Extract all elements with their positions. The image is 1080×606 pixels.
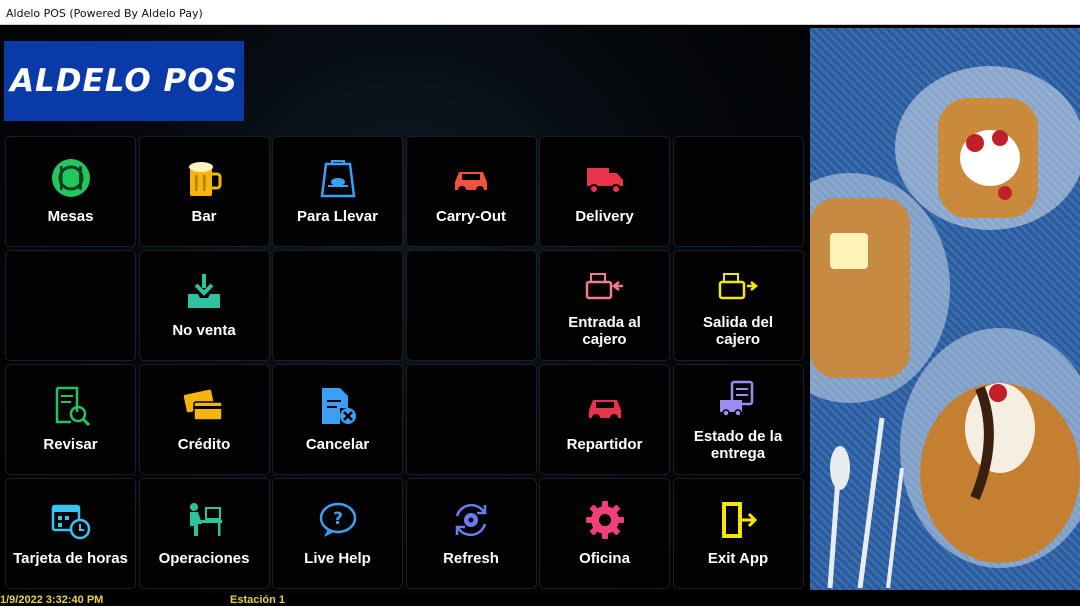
status-datetime: 1/9/2022 3:32:40 PM [0,594,104,606]
driver-car-icon [588,400,621,422]
tile-label: Operaciones [158,550,250,567]
cancel-document-icon [321,388,356,424]
tile-live-help[interactable]: ? Live Help [272,478,403,589]
tile-label: Carry-Out [435,208,506,225]
tile-label: Para Llevar [297,208,378,225]
svg-text:?: ? [333,509,343,529]
review-receipt-icon [55,386,90,426]
beer-mug-icon [189,162,222,196]
tile-label: Salida del cajero [702,313,774,348]
tile-cancelar[interactable]: Cancelar [272,364,403,475]
tile-delivery[interactable]: Delivery [539,136,670,247]
tile-revisar[interactable]: Revisar [5,364,136,475]
tile-operaciones[interactable]: Operaciones [138,478,270,589]
tile-label: Live Help [304,550,371,567]
cash-register-out-icon [718,272,758,299]
drawer-icon [188,274,220,308]
tile-label: Exit App [707,550,769,567]
tile-label: Estado de la entrega [693,427,783,462]
tile-oficina[interactable]: Oficina [539,478,670,589]
dining-icon [51,159,90,197]
timecard-icon [51,504,90,540]
operations-icon [190,503,222,536]
window-title: Aldelo POS (Powered By Aldelo Pay) [6,7,203,20]
tile-credito[interactable]: Crédito [138,364,270,475]
takeout-bag-icon [320,160,355,198]
tile-label: Refresh [443,550,499,567]
tile-no-venta[interactable]: No venta [138,250,270,361]
tile-empty [272,250,403,361]
help-bubble-icon: ? [319,502,356,537]
tile-tarjeta-de-horas[interactable]: Tarjeta de horas [5,478,136,589]
credit-cards-icon [184,389,223,421]
tile-label: Tarjeta de horas [13,550,128,567]
function-grid: Mesas Bar Para Llevar Carry-Out Delivery… [5,136,804,589]
tile-exit-app[interactable]: Exit App [672,478,804,589]
tile-label: Mesas [47,208,94,225]
tile-empty [5,250,136,361]
tile-label: Revisar [43,436,98,453]
tile-label: Cancelar [305,436,370,453]
tile-entrada-al-cajero[interactable]: Entrada al cajero [539,250,670,361]
tile-label: No venta [172,322,236,339]
tile-label: Bar [191,208,217,225]
waffle-photo [810,28,1080,590]
settings-gear-icon [585,501,624,539]
tile-label: Repartidor [566,436,643,453]
tile-label: Entrada al cajero [568,313,641,348]
tile-empty [405,364,537,475]
tile-carry-out[interactable]: Carry-Out [405,136,537,247]
status-station: Estación 1 [230,594,286,606]
tile-estado-de-la-entrega[interactable]: Estado de la entrega [672,364,804,475]
tile-empty [405,250,537,361]
tile-refresh[interactable]: Refresh [405,478,537,589]
delivery-truck-icon [586,168,623,194]
window-title-bar: Aldelo POS (Powered By Aldelo Pay) [0,0,1080,25]
tile-repartidor[interactable]: Repartidor [539,364,670,475]
refresh-gear-icon [455,503,487,537]
delivery-status-icon [720,380,754,417]
tile-salida-del-cajero[interactable]: Salida del cajero [672,250,804,361]
aldelo-logo: ALDELO POS [4,41,244,121]
tile-label: Oficina [579,550,630,567]
main-panel: ALDELO POS Mesas Bar Para Llevar Carry-O… [0,25,808,593]
logo-text: ALDELO POS [10,63,238,99]
tile-label: Crédito [177,436,231,453]
tile-bar[interactable]: Bar [138,136,270,247]
car-icon [455,172,487,194]
exit-door-icon [722,502,758,538]
tile-label: Delivery [575,208,634,225]
status-bar: 1/9/2022 3:32:40 PM Estación 1 [0,593,1080,606]
tile-mesas[interactable]: Mesas [5,136,136,247]
cash-register-in-icon [585,272,623,299]
tile-empty [672,136,804,247]
tile-para-llevar[interactable]: Para Llevar [272,136,403,247]
